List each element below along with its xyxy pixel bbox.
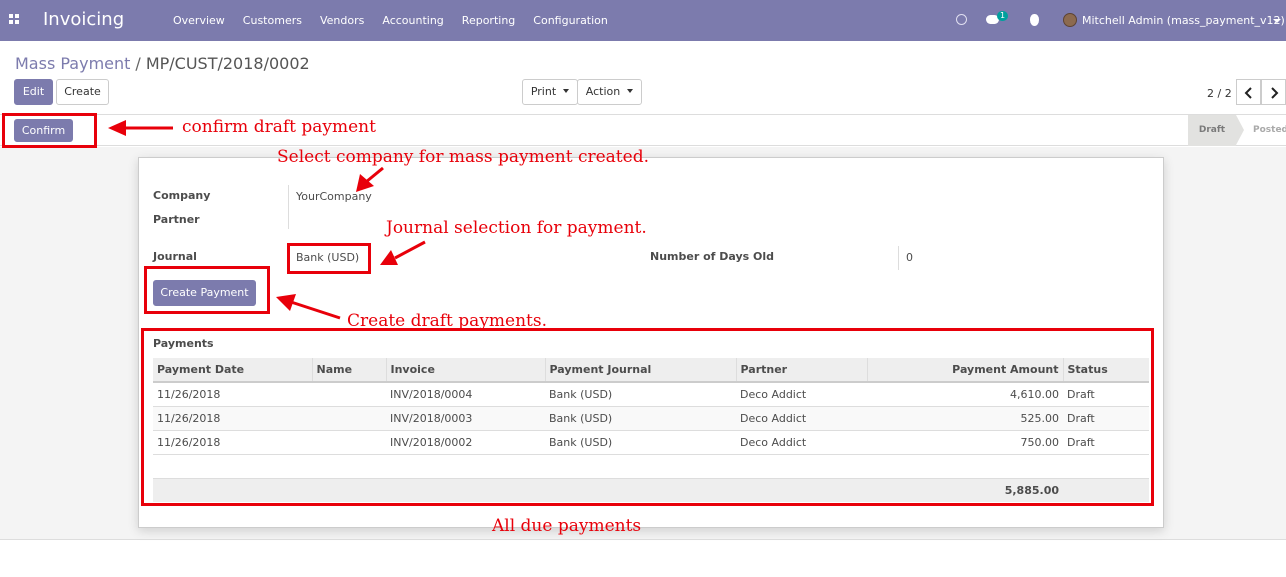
annotation-arrows bbox=[108, 120, 426, 320]
annotation-journal: Journal selection for payment. bbox=[386, 218, 647, 238]
annotation-due: All due payments bbox=[492, 516, 642, 536]
annotation-confirm: confirm draft payment bbox=[182, 117, 376, 137]
annotation-company: Select company for mass payment created. bbox=[277, 147, 649, 167]
annotation-create: Create draft payments. bbox=[347, 311, 548, 331]
